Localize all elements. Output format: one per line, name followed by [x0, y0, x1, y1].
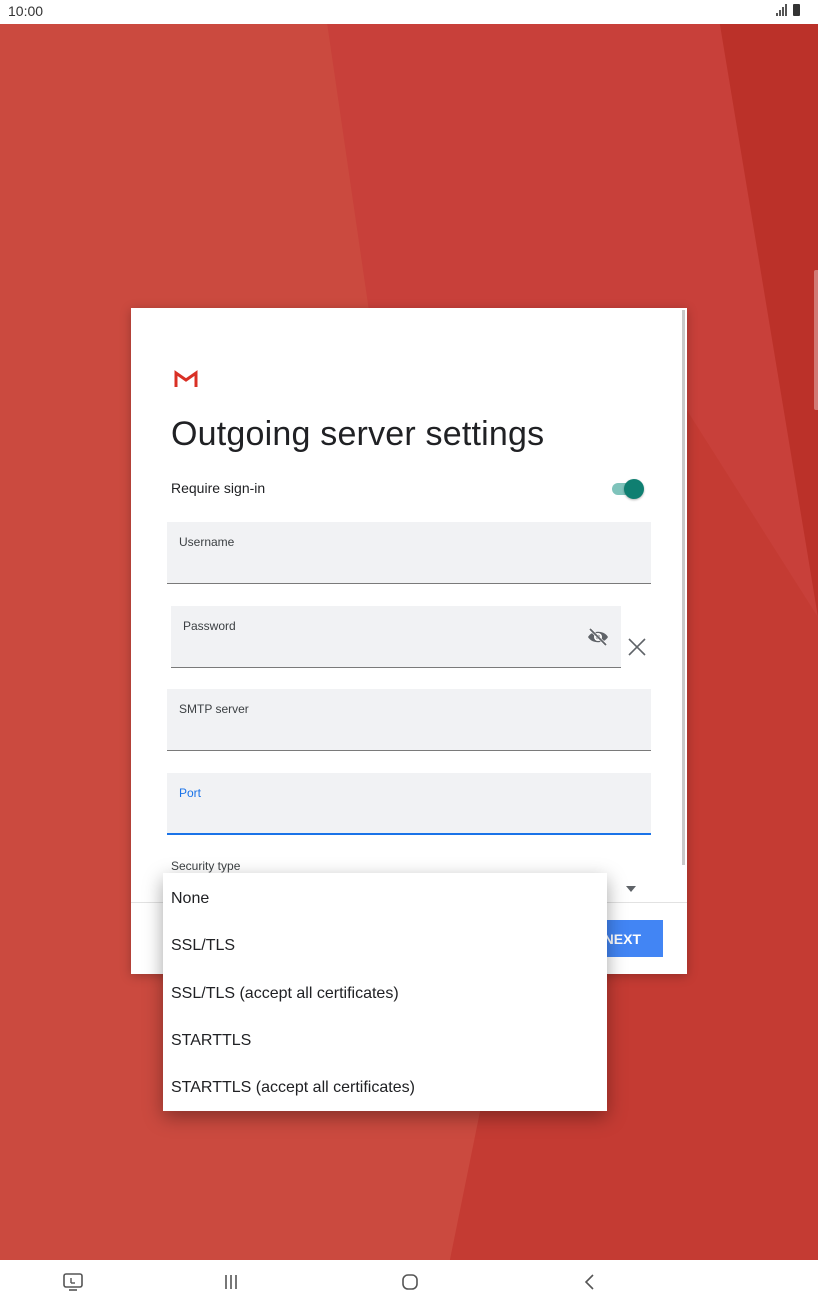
smtp-server-input[interactable] [179, 725, 571, 744]
username-input[interactable] [179, 558, 571, 577]
chevron-down-icon[interactable] [626, 886, 636, 892]
dropdown-option-starttls-accept-all[interactable]: STARTTLS (accept all certificates) [171, 1079, 415, 1097]
dropdown-option-ssl-tls-accept-all[interactable]: SSL/TLS (accept all certificates) [171, 985, 399, 1003]
gmail-m-icon [174, 370, 198, 387]
recent-apps-icon[interactable] [223, 1274, 239, 1290]
signal-icon [776, 4, 787, 16]
password-input[interactable] [183, 642, 547, 661]
navigation-bar [0, 1260, 818, 1307]
home-icon[interactable] [401, 1273, 419, 1291]
dropdown-option-none[interactable]: None [171, 890, 209, 908]
dialog-scrollbar[interactable] [682, 310, 685, 865]
security-type-dropdown: None SSL/TLS SSL/TLS (accept all certifi… [163, 873, 607, 1111]
status-time: 10:00 [8, 3, 44, 19]
require-signin-toggle[interactable] [610, 479, 646, 499]
dropdown-option-ssl-tls[interactable]: SSL/TLS [171, 937, 235, 955]
password-label: Password [183, 619, 236, 633]
status-bar: 10:00 [0, 0, 818, 24]
smtp-server-label: SMTP server [179, 702, 249, 716]
port-input[interactable] [179, 808, 571, 827]
close-icon[interactable] [627, 637, 647, 657]
dropdown-option-starttls[interactable]: STARTTLS [171, 1032, 251, 1050]
edge-panel-handle[interactable] [814, 270, 818, 410]
screenshot-icon[interactable] [62, 1272, 84, 1292]
dialog-title: Outgoing server settings [171, 415, 545, 453]
username-label: Username [179, 535, 235, 549]
security-type-label: Security type [171, 859, 241, 873]
smtp-server-field[interactable]: SMTP server [167, 689, 651, 751]
back-icon[interactable] [583, 1273, 597, 1291]
status-icons [776, 4, 800, 16]
battery-icon [793, 4, 800, 16]
require-signin-label: Require sign-in [171, 480, 266, 496]
password-field[interactable]: Password [171, 606, 621, 668]
port-label: Port [179, 786, 202, 800]
port-field[interactable]: Port [167, 773, 651, 835]
username-field[interactable]: Username [167, 522, 651, 584]
visibility-off-icon[interactable] [586, 627, 610, 647]
